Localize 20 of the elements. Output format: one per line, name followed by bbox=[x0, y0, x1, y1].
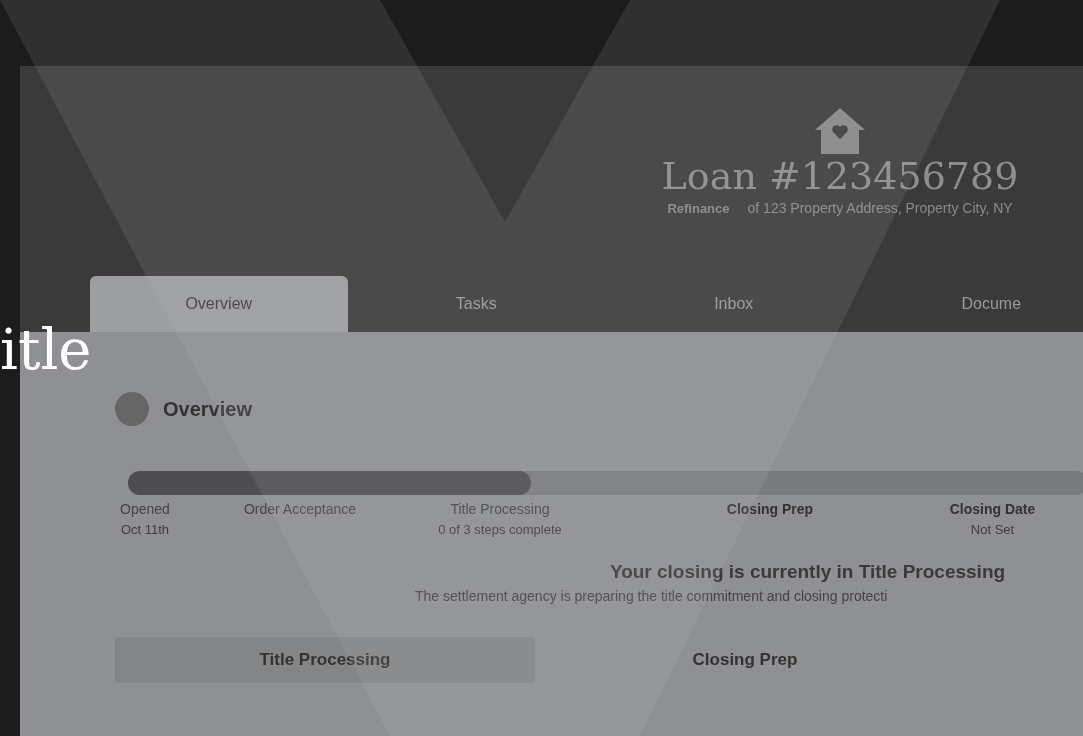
step-label: Closing Prep bbox=[725, 500, 815, 519]
step-detail: 0 of 3 steps complete bbox=[437, 521, 563, 539]
loan-type: Refinance bbox=[667, 199, 730, 218]
loan-title: Loan #123456789 bbox=[661, 156, 1019, 198]
tab[interactable]: Inbox bbox=[605, 276, 863, 332]
section-title: Overview bbox=[163, 397, 252, 422]
tab[interactable]: Overview bbox=[90, 276, 348, 332]
stage-tab[interactable]: Closing Prep bbox=[535, 637, 955, 683]
house-icon bbox=[813, 106, 867, 156]
step-label: Order Acceptance bbox=[242, 500, 358, 519]
property-address: of 123 Property Address, Property City, NY bbox=[747, 198, 1013, 218]
status-text: The settlement agency is preparing the title commitment and closing protecti bbox=[414, 587, 889, 606]
step-label: Title Processing bbox=[449, 500, 551, 519]
step-label: Opened bbox=[119, 500, 171, 519]
step-label: Closing Date bbox=[948, 500, 1037, 519]
tab[interactable]: Docume bbox=[862, 276, 1083, 332]
status-heading: Your closing is currently in Title Processing bbox=[608, 559, 1007, 584]
stage-tab[interactable]: Title Processing bbox=[115, 637, 535, 683]
step-detail: Not Set bbox=[969, 521, 1016, 539]
step-detail: Oct 11th bbox=[119, 521, 171, 539]
